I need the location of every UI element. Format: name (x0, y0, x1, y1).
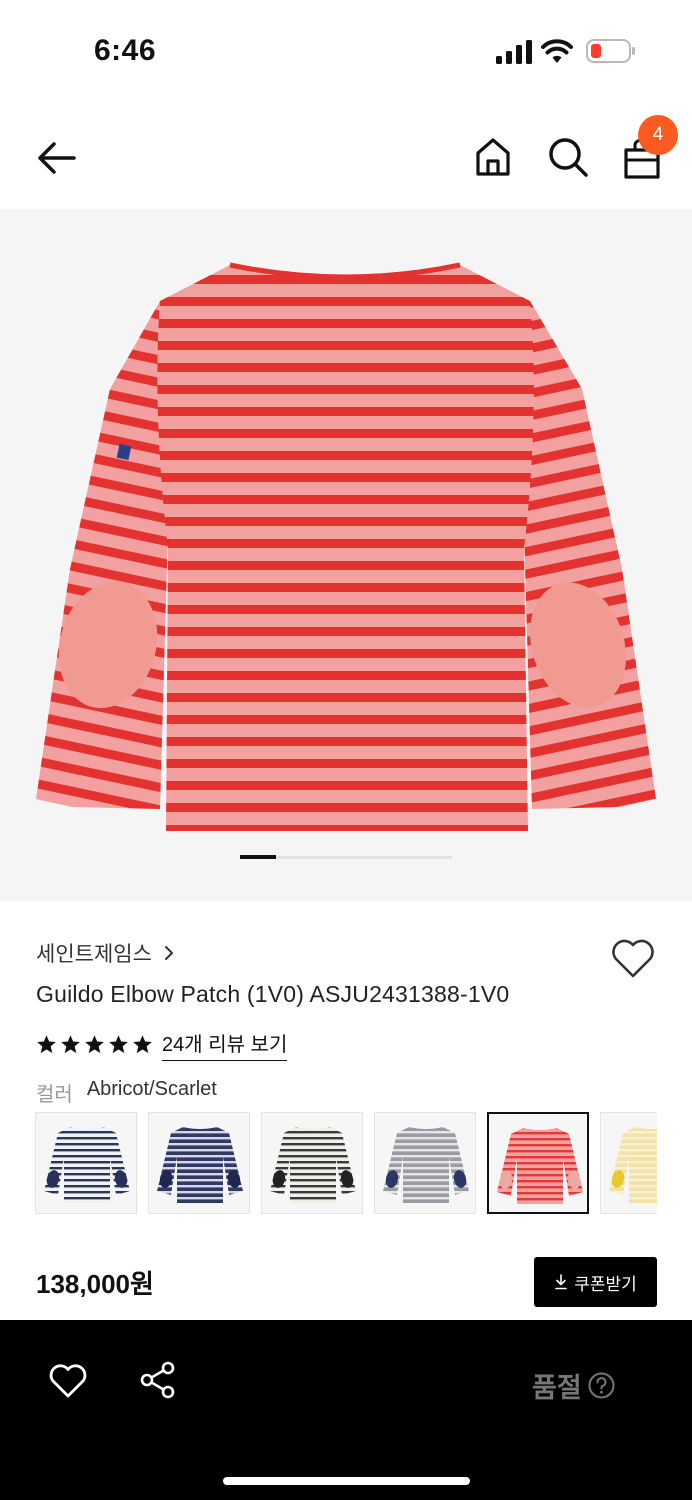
brand-name: 세인트제임스 (36, 943, 152, 966)
star-icon (109, 1035, 128, 1053)
home-icon[interactable] (470, 134, 516, 180)
color-swatch-white-black[interactable] (261, 1112, 363, 1214)
swatch-thumbnail (383, 1127, 469, 1203)
coupon-button[interactable]: 쿠폰받기 (534, 1257, 657, 1307)
color-label: 컬러 (36, 1084, 73, 1106)
search-icon[interactable] (545, 134, 591, 180)
wifi-icon (541, 39, 573, 63)
heart-icon[interactable] (48, 1362, 88, 1400)
gallery-pager (240, 855, 452, 859)
download-icon (555, 1274, 568, 1290)
product-name: Guildo Elbow Patch (1V0) ASJU2431388-1V0 (36, 981, 510, 1007)
question-circle-icon[interactable] (588, 1372, 615, 1399)
brand-link[interactable]: 세인트제임스 (36, 938, 176, 968)
arrow-left-icon[interactable] (30, 136, 82, 180)
battery-icon (586, 39, 635, 63)
status-bar: 6:46 (0, 0, 692, 100)
top-nav-bar (0, 108, 692, 208)
price: 138,000원 (36, 1269, 154, 1299)
color-swatch-grey-navy[interactable] (374, 1112, 476, 1214)
share-icon[interactable] (138, 1360, 178, 1400)
color-value: Abricot/Scarlet (86, 1078, 217, 1100)
color-swatch-white-navy[interactable] (35, 1112, 137, 1214)
star-icon (37, 1035, 56, 1053)
color-row: 컬러 Abricot/Scarlet (36, 1078, 217, 1107)
sold-out-status: 품절 (532, 1366, 615, 1405)
product-photo (36, 262, 656, 831)
cellular-signal-icon (496, 40, 532, 64)
rating-row: 24개 리뷰 보기 (36, 1028, 288, 1061)
review-link[interactable]: 24개 리뷰 보기 (162, 1028, 288, 1061)
cart-count-badge: 4 (638, 115, 678, 155)
bottom-action-bar: 품절 (0, 1320, 692, 1500)
color-swatch-yellow[interactable] (600, 1112, 657, 1214)
star-icon (61, 1035, 80, 1053)
color-swatch-abricot-scarlet[interactable] (487, 1112, 589, 1214)
home-indicator (223, 1477, 470, 1485)
star-icon (85, 1035, 104, 1053)
swatch-thumbnail (270, 1127, 356, 1203)
swatch-thumbnail (157, 1127, 243, 1203)
swatch-thumbnail (609, 1127, 657, 1203)
gallery-pager-indicator (240, 855, 276, 859)
sold-out-label: 품절 (532, 1373, 582, 1403)
coupon-button-label: 쿠폰받기 (574, 1274, 637, 1294)
status-time: 6:46 (94, 34, 157, 67)
product-image-gallery[interactable] (0, 209, 692, 901)
chevron-right-icon (164, 946, 173, 960)
rating-stars (36, 1034, 153, 1055)
color-swatch-navy[interactable] (148, 1112, 250, 1214)
star-icon (133, 1035, 152, 1053)
heart-icon[interactable] (610, 936, 656, 980)
swatch-thumbnail (497, 1128, 583, 1204)
swatch-thumbnail (44, 1127, 130, 1203)
color-swatch-list (35, 1112, 657, 1216)
